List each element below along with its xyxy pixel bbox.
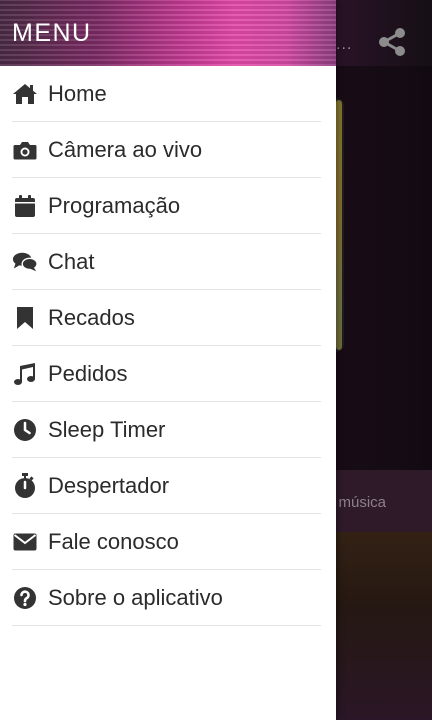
- menu-item-label: Câmera ao vivo: [48, 136, 203, 162]
- clock-icon: [12, 417, 38, 443]
- app-title-tail: ...: [336, 36, 353, 53]
- menu-item-alarm[interactable]: Despertador: [12, 458, 321, 514]
- menu-item-label: Pedidos: [48, 360, 128, 386]
- home-icon: [12, 81, 38, 107]
- drawer-title: MENU: [12, 19, 92, 47]
- camera-icon: [12, 137, 38, 163]
- menu-item-label: Fale conosco: [48, 528, 179, 554]
- menu-item-label: Recados: [48, 304, 135, 330]
- envelope-icon: [12, 529, 38, 555]
- menu-item-schedule[interactable]: Programação: [12, 178, 321, 234]
- menu-item-chat[interactable]: Chat: [12, 234, 321, 290]
- navigation-drawer: MENU Home Câmera ao vivo Programação Cha…: [0, 0, 336, 720]
- album-art-edge: [336, 100, 342, 350]
- menu-item-requests[interactable]: Pedidos: [12, 346, 321, 402]
- share-icon: [379, 28, 405, 56]
- menu-item-sleep-timer[interactable]: Sleep Timer: [12, 402, 321, 458]
- question-circle-icon: [12, 585, 38, 611]
- menu-item-label: Programação: [48, 192, 181, 218]
- menu-item-label: Chat: [48, 248, 95, 274]
- menu-item-label: Home: [48, 80, 107, 106]
- drawer-header: MENU: [0, 0, 336, 66]
- music-note-icon: [12, 361, 38, 387]
- menu-item-label: Despertador: [48, 472, 170, 498]
- bookmark-icon: [12, 305, 38, 331]
- menu-item-messages[interactable]: Recados: [12, 290, 321, 346]
- calendar-icon: [12, 193, 38, 219]
- chat-icon: [12, 249, 38, 275]
- menu-item-camera[interactable]: Câmera ao vivo: [12, 122, 321, 178]
- menu-item-label: Sobre o aplicativo: [48, 584, 223, 610]
- share-button[interactable]: [374, 24, 410, 60]
- stopwatch-icon: [12, 472, 38, 499]
- menu-item-label: Sleep Timer: [48, 416, 166, 442]
- menu-item-about[interactable]: Sobre o aplicativo: [12, 570, 321, 626]
- menu-item-home[interactable]: Home: [12, 66, 321, 122]
- menu-item-contact[interactable]: Fale conosco: [12, 514, 321, 570]
- menu-list: Home Câmera ao vivo Programação Chat Rec…: [0, 66, 336, 626]
